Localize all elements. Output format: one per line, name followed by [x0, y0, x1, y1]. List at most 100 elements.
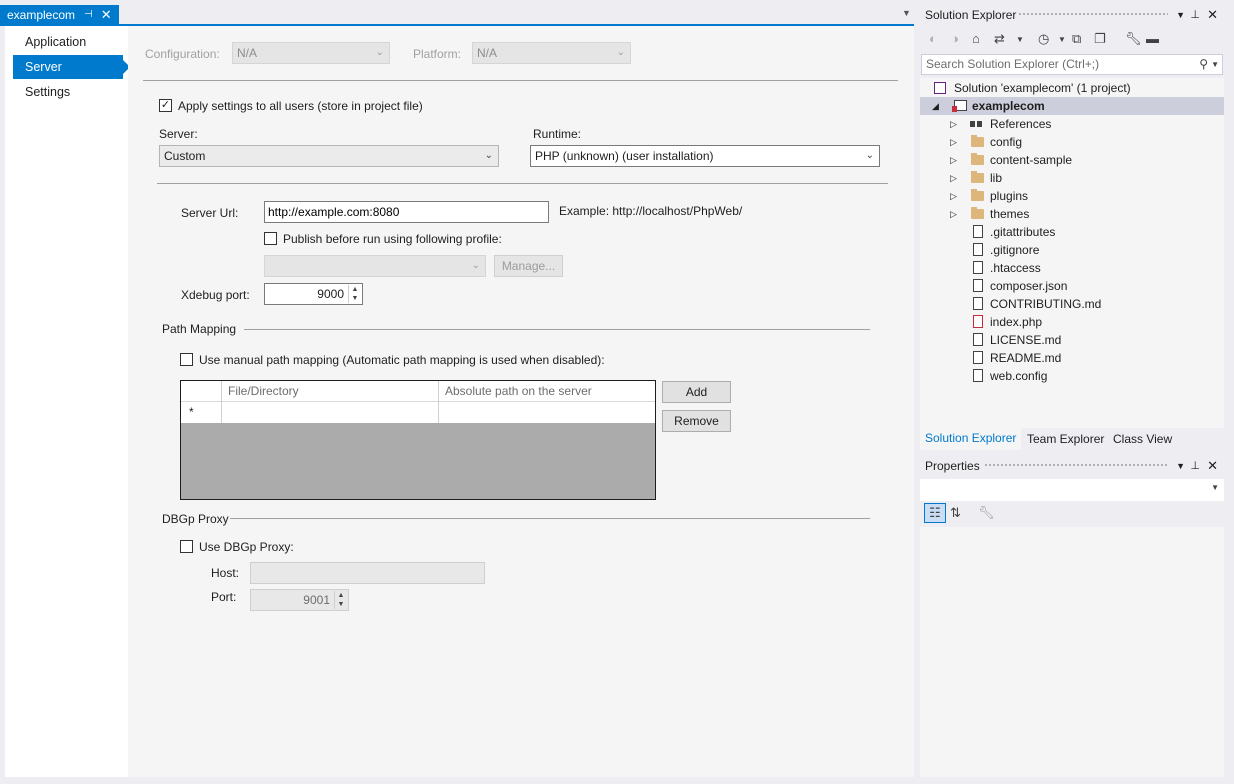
- manual-path-mapping-checkbox[interactable]: [180, 353, 193, 366]
- wrench-icon[interactable]: 🔧︎: [1125, 31, 1142, 47]
- forward-icon[interactable]: ◑: [951, 31, 959, 46]
- manage-profiles-button[interactable]: Manage...: [494, 255, 563, 277]
- tree-item-project[interactable]: ◢ examplecom: [920, 97, 1224, 115]
- window-position-dropdown-icon[interactable]: ▼: [1176, 4, 1185, 26]
- dbgp-port-label: Port:: [211, 590, 237, 604]
- tab-solution-explorer[interactable]: Solution Explorer: [920, 428, 1022, 450]
- tree-item-folder[interactable]: ▷ plugins: [920, 187, 1224, 205]
- dbgp-proxy-header: DBGp Proxy: [162, 512, 229, 526]
- expand-arrow-icon[interactable]: ▷: [950, 205, 957, 223]
- tree-item-solution[interactable]: Solution 'examplecom' (1 project): [920, 79, 1224, 97]
- server-url-input[interactable]: [264, 201, 549, 223]
- use-dbgp-proxy-checkbox[interactable]: [180, 540, 193, 553]
- tree-item-file[interactable]: index.php: [920, 313, 1224, 331]
- grid-cell-file-directory[interactable]: [222, 402, 439, 423]
- folder-icon: [971, 207, 984, 219]
- folder-icon: [971, 135, 984, 147]
- chevron-down-icon[interactable]: ▼: [1211, 55, 1219, 74]
- tree-item-file[interactable]: CONTRIBUTING.md: [920, 295, 1224, 313]
- show-all-files-icon[interactable]: ❐: [1094, 31, 1106, 47]
- tree-item-file[interactable]: README.md: [920, 349, 1224, 367]
- apply-all-users-checkbox[interactable]: ✓: [159, 99, 172, 112]
- tree-item-folder[interactable]: ▷ config: [920, 133, 1224, 151]
- nav-item-server[interactable]: Server: [13, 55, 130, 79]
- spin-arrows-icon[interactable]: ▲ ▼: [334, 591, 347, 609]
- publish-before-run-checkbox[interactable]: [264, 232, 277, 245]
- tree-item-file[interactable]: LICENSE.md: [920, 331, 1224, 349]
- search-icon[interactable]: ⚲: [1199, 55, 1208, 74]
- close-icon[interactable]: ✕: [1207, 4, 1218, 26]
- nav-item-application[interactable]: Application: [13, 30, 123, 54]
- expand-arrow-icon[interactable]: ▷: [950, 187, 957, 205]
- xdebug-port-stepper[interactable]: 9000 ▲ ▼: [264, 283, 363, 305]
- tab-class-view[interactable]: Class View: [1108, 430, 1177, 450]
- pin-icon[interactable]: ⊥: [1190, 4, 1200, 26]
- dbgp-port-stepper[interactable]: 9001 ▲ ▼: [250, 589, 349, 611]
- home-icon[interactable]: ⌂: [972, 31, 980, 46]
- chevron-down-icon[interactable]: ▼: [1016, 35, 1024, 44]
- nav-item-settings[interactable]: Settings: [13, 80, 123, 104]
- path-mapping-grid[interactable]: File/Directory Absolute path on the serv…: [180, 380, 656, 500]
- platform-value: N/A: [477, 46, 498, 60]
- panel-grip[interactable]: [1018, 12, 1168, 17]
- solution-icon: [934, 82, 946, 94]
- categorized-icon[interactable]: ☷: [924, 503, 946, 523]
- project-properties-nav: Application Server Settings: [5, 26, 130, 777]
- back-icon[interactable]: ◐: [929, 31, 937, 46]
- grid-cell-absolute-path[interactable]: [439, 402, 655, 423]
- pin-icon[interactable]: ⊥: [1190, 455, 1200, 477]
- minus-icon[interactable]: ▬: [1146, 31, 1159, 46]
- tree-item-file[interactable]: web.config: [920, 367, 1224, 385]
- tree-item-folder[interactable]: ▷ lib: [920, 169, 1224, 187]
- tree-item-label: config: [990, 135, 1023, 149]
- spin-arrows-icon[interactable]: ▲ ▼: [348, 285, 361, 303]
- runtime-label: Runtime:: [533, 127, 582, 141]
- tab-team-explorer[interactable]: Team Explorer: [1022, 430, 1109, 450]
- chevron-down-icon: ▼: [1211, 483, 1219, 492]
- sync-with-document-icon[interactable]: ⇄: [994, 31, 1005, 47]
- runtime-select[interactable]: PHP (unknown) (user installation) ⌄: [530, 145, 880, 167]
- pin-icon[interactable]: ⊣: [84, 9, 93, 20]
- chevron-down-icon[interactable]: ▼: [1058, 35, 1066, 44]
- pending-changes-icon[interactable]: ◷: [1038, 31, 1049, 47]
- property-pages-wrench-icon[interactable]: 🔧︎: [978, 505, 995, 521]
- config-file-icon: [973, 369, 983, 382]
- remove-mapping-button[interactable]: Remove: [662, 410, 731, 432]
- php-project-icon: [952, 100, 967, 112]
- configuration-select[interactable]: N/A ⌄: [232, 42, 390, 64]
- alphabetical-sort-icon[interactable]: ⇅: [950, 505, 961, 521]
- window-position-dropdown-icon[interactable]: ▼: [1176, 455, 1185, 477]
- platform-select[interactable]: N/A ⌄: [472, 42, 631, 64]
- tree-item-file[interactable]: .htaccess: [920, 259, 1224, 277]
- tree-item-folder[interactable]: ▷ content-sample: [920, 151, 1224, 169]
- collapse-all-icon[interactable]: ⧉: [1072, 31, 1081, 47]
- dbgp-host-label: Host:: [211, 566, 240, 580]
- expanded-arrow-icon[interactable]: ◢: [932, 97, 939, 115]
- close-icon[interactable]: ✕: [101, 7, 112, 23]
- dbgp-host-input[interactable]: [250, 562, 485, 584]
- expand-arrow-icon[interactable]: ▷: [950, 115, 957, 133]
- tree-item-folder[interactable]: ▷ themes: [920, 205, 1224, 223]
- tab-list-dropdown-icon[interactable]: ▼: [902, 8, 911, 18]
- expand-arrow-icon[interactable]: ▷: [950, 169, 957, 187]
- tree-item-references[interactable]: ▷ References: [920, 115, 1224, 133]
- tree-item-file[interactable]: .gitignore: [920, 241, 1224, 259]
- grid-column-absolute-path[interactable]: Absolute path on the server: [439, 381, 655, 402]
- expand-arrow-icon[interactable]: ▷: [950, 151, 957, 169]
- table-row[interactable]: *: [181, 402, 655, 423]
- properties-object-select[interactable]: ▼: [920, 479, 1224, 501]
- expand-arrow-icon[interactable]: ▷: [950, 133, 957, 151]
- add-mapping-button[interactable]: Add: [662, 381, 731, 403]
- tree-item-label: plugins: [990, 189, 1029, 203]
- chevron-down-icon: ⌄: [865, 150, 874, 161]
- tree-item-file[interactable]: .gitattributes: [920, 223, 1224, 241]
- tree-item-file[interactable]: composer.json: [920, 277, 1224, 295]
- server-select[interactable]: Custom ⌄: [159, 145, 499, 167]
- grid-column-file-directory[interactable]: File/Directory: [222, 381, 439, 402]
- panel-grip[interactable]: [984, 463, 1168, 468]
- publish-profile-select[interactable]: ⌄: [264, 255, 486, 277]
- solution-explorer-search-input[interactable]: Search Solution Explorer (Ctrl+;) ⚲ ▼: [921, 54, 1223, 75]
- close-icon[interactable]: ✕: [1207, 455, 1218, 477]
- document-tab-examplecom[interactable]: examplecom ⊣ ✕: [0, 5, 119, 24]
- apply-all-users-label: Apply settings to all users (store in pr…: [178, 99, 423, 113]
